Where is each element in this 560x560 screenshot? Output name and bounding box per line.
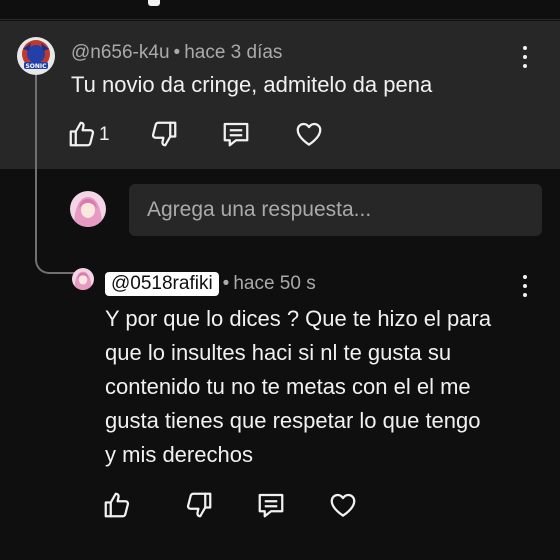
current-user-avatar[interactable] [70, 191, 106, 227]
reply-text-line: contenido tu no te metas con el el me [105, 374, 471, 399]
heart-icon[interactable] [294, 119, 324, 149]
comment-author[interactable]: @n656-k4u [71, 42, 170, 63]
comment-more-icon[interactable] [517, 44, 533, 70]
reply-input-placeholder: Agrega una respuesta... [147, 198, 372, 221]
like-count: 1 [99, 124, 110, 145]
comment-text: Tu novio da cringe, admitelo da pena [71, 72, 433, 97]
reply-meta: @0518rafiki • hace 50 s [105, 272, 316, 296]
reply-icon[interactable] [221, 119, 251, 149]
reply-input[interactable]: Agrega una respuesta... [129, 184, 542, 236]
comment-meta: @n656-k4u • hace 3 días [71, 42, 282, 64]
reply-text-line: gusta tienes que respetar lo que tengo [105, 408, 481, 433]
reply-icon[interactable] [256, 490, 286, 520]
top-bar-fragment [148, 0, 160, 6]
comment-time[interactable]: hace 3 días [184, 42, 282, 63]
svg-text:SONIC: SONIC [25, 63, 47, 70]
top-bar [0, 0, 560, 20]
reply-time[interactable]: hace 50 s [233, 273, 315, 294]
reply-text-line: Y por que lo dices ? Que te hizo el para [105, 306, 492, 331]
reply-author-chip[interactable]: @0518rafiki [105, 272, 219, 296]
reply-avatar[interactable] [72, 268, 94, 290]
meta-separator: • [222, 273, 230, 294]
thumbs-down-icon[interactable] [184, 490, 214, 520]
thumbs-up-icon[interactable] [67, 119, 97, 149]
reply-text-line: que lo insultes haci si nl te gusta su [105, 340, 452, 365]
thread-connector-line [35, 74, 75, 274]
thumbs-down-icon[interactable] [149, 119, 179, 149]
comment-avatar[interactable]: SONIC [17, 37, 55, 75]
thumbs-up-icon[interactable] [102, 490, 132, 520]
meta-separator: • [173, 42, 181, 63]
reply-text-line: y mis derechos [105, 442, 253, 467]
reply-text: Y por que lo dices ? Que te hizo el para… [105, 302, 491, 472]
reply-more-icon[interactable] [517, 273, 533, 299]
heart-icon[interactable] [328, 490, 358, 520]
